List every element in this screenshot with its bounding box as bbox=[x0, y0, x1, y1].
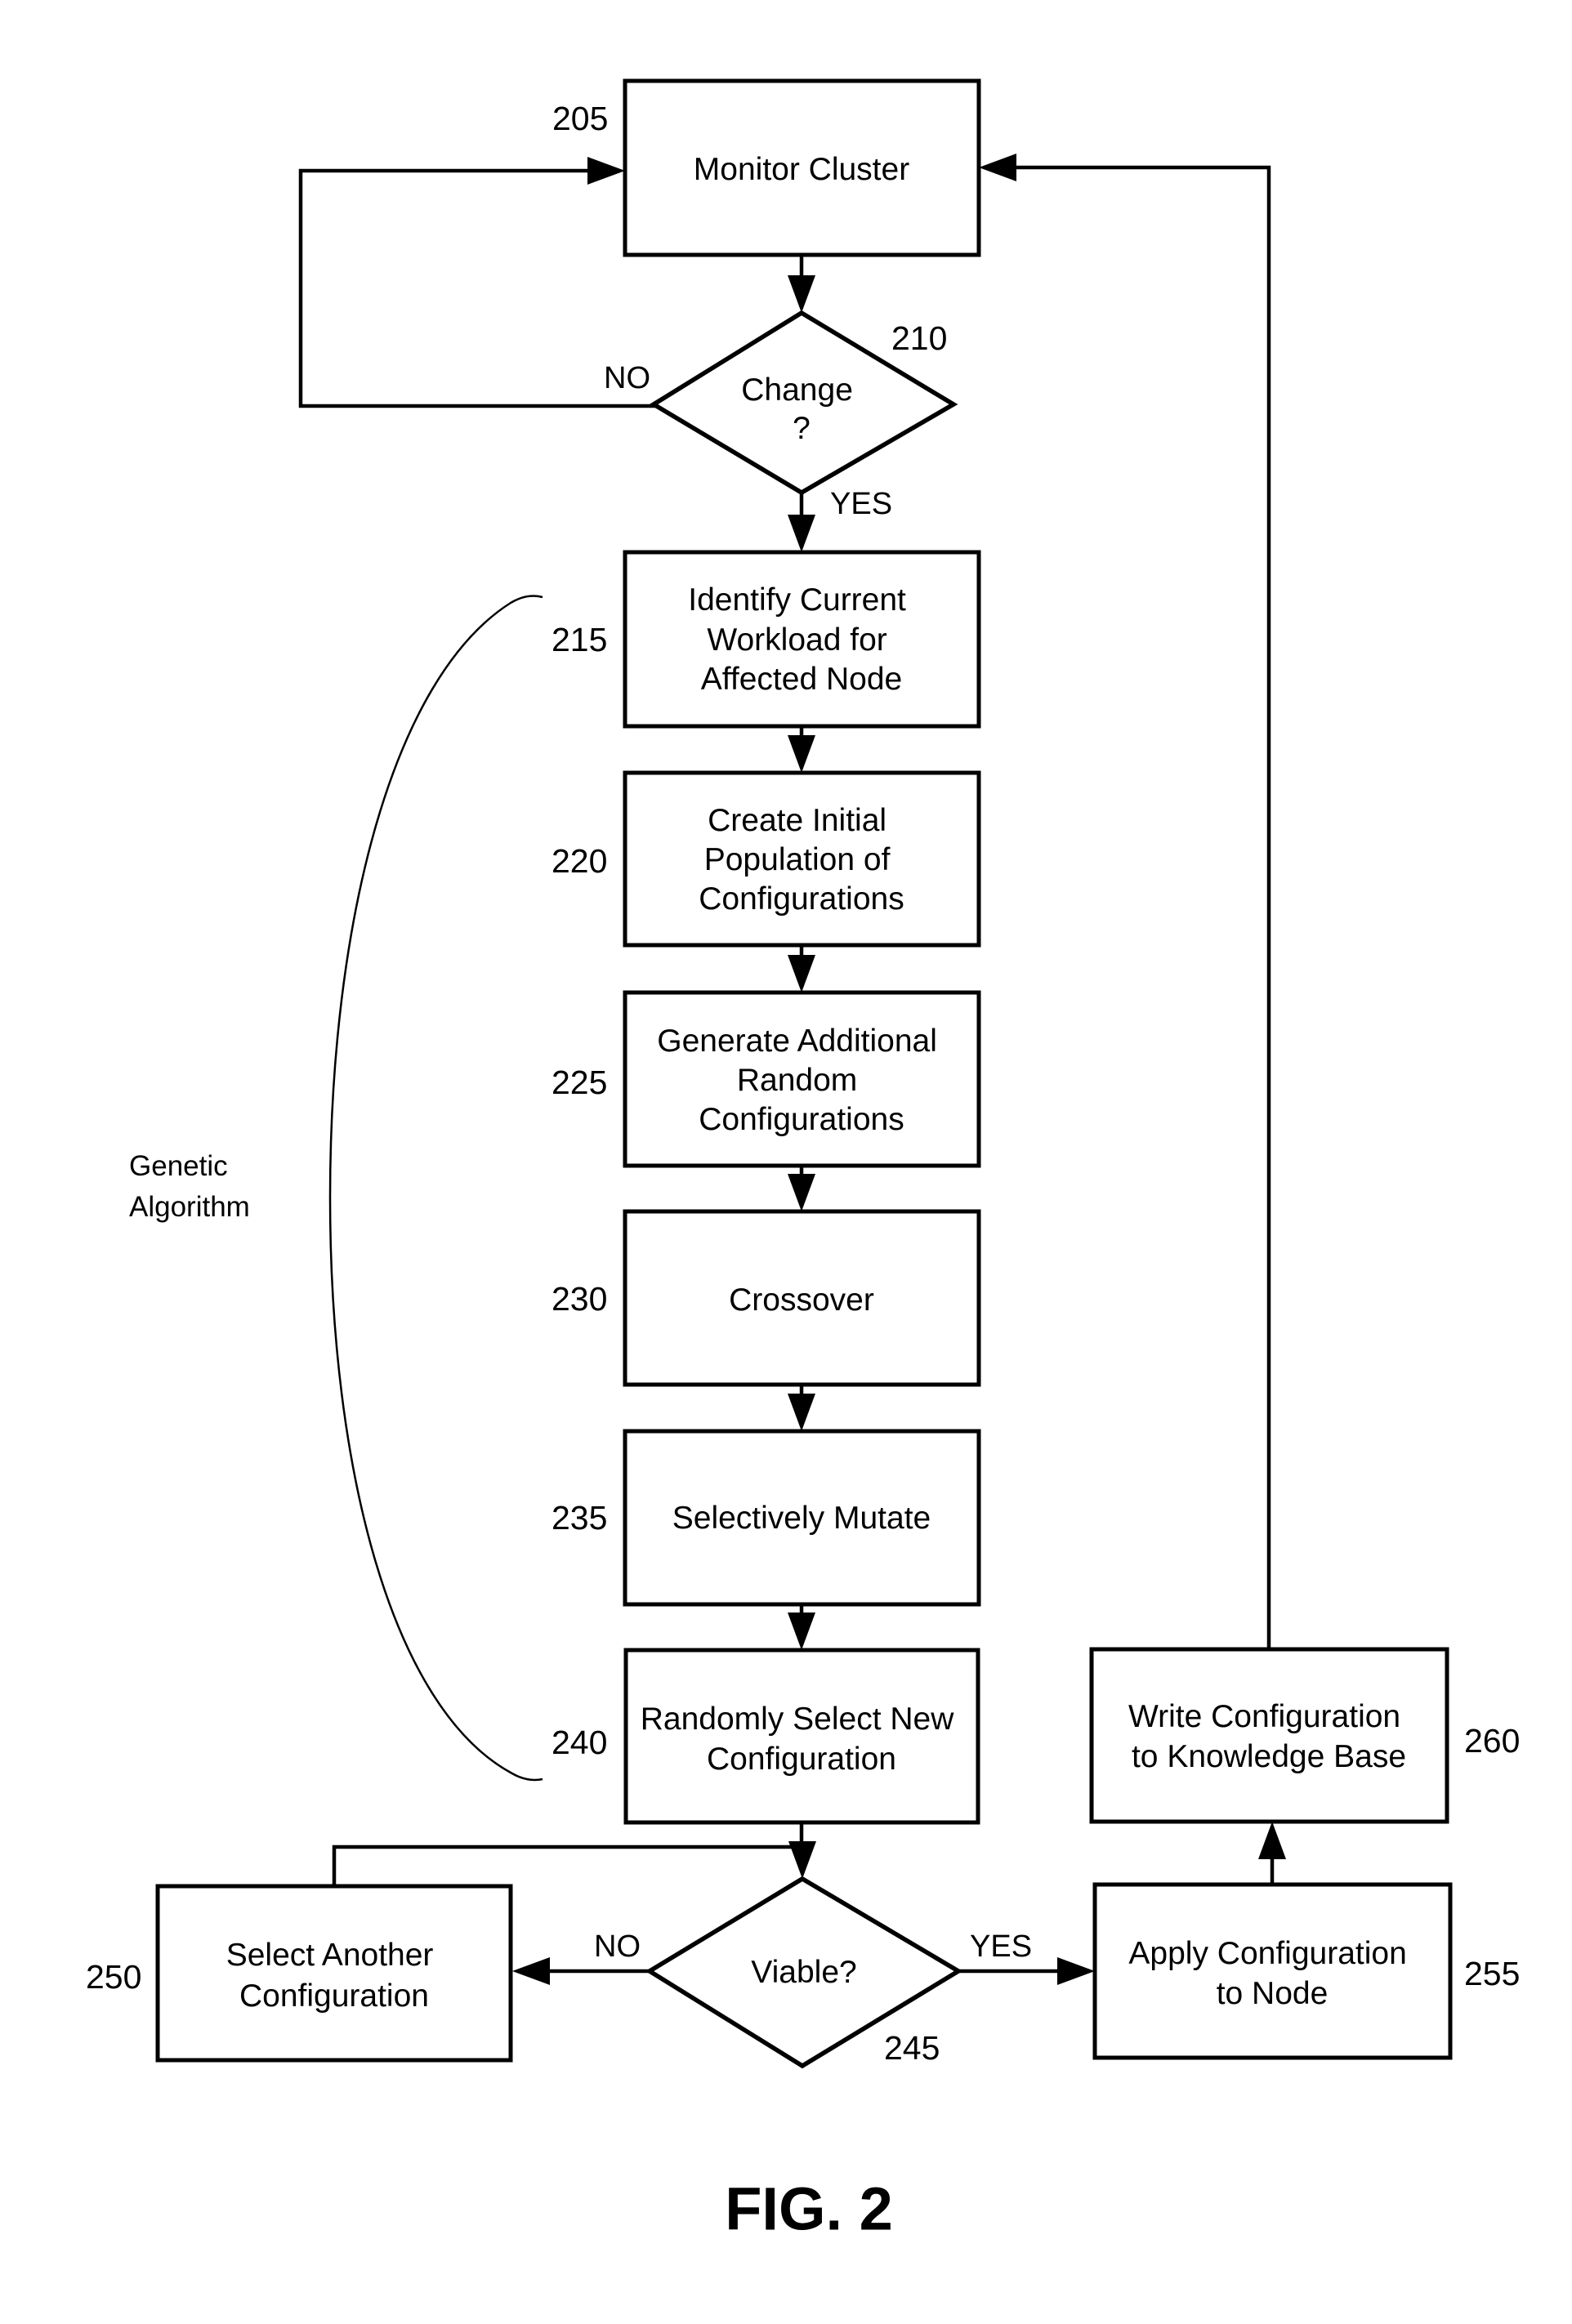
decision-210-change: Change ? 210 NO YES bbox=[604, 310, 958, 521]
decision-text: Viable? bbox=[751, 1955, 856, 1990]
step-box bbox=[1089, 1647, 1449, 1824]
ref-number: 240 bbox=[552, 1724, 607, 1761]
figure-caption: FIG. 2 bbox=[725, 2175, 893, 2243]
step-text: Identify Current Workload for Affected N… bbox=[688, 582, 914, 697]
step-250-select-another: Select Another Configuration 250 bbox=[86, 1884, 513, 2063]
ref-number: 235 bbox=[552, 1499, 607, 1537]
ref-number: 225 bbox=[552, 1064, 607, 1101]
genetic-algorithm-bracket bbox=[328, 595, 543, 1782]
step-240-random-select: Randomly Select New Configuration 240 bbox=[552, 1648, 980, 1825]
branch-label-yes: YES bbox=[970, 1929, 1032, 1964]
step-box bbox=[1092, 1882, 1453, 2060]
arrowhead-down-icon bbox=[788, 1174, 815, 1211]
branch-label-no: NO bbox=[594, 1929, 641, 1964]
arrowhead-up-icon bbox=[1258, 1822, 1286, 1859]
step-box bbox=[623, 1648, 980, 1825]
arrowhead-down-icon bbox=[788, 1841, 816, 1879]
step-225-generate-random: Generate Additional Random Configuration… bbox=[552, 990, 981, 1168]
arrowhead-right-icon bbox=[1057, 1957, 1095, 1985]
flowchart-figure: Genetic Algorithm Monitor Cluster 205 Ch… bbox=[86, 78, 1520, 2243]
step-215-identify-workload: Identify Current Workload for Affected N… bbox=[552, 550, 981, 729]
step-text: Selectively Mutate bbox=[672, 1501, 931, 1536]
step-text: Create Initial Population of Configurati… bbox=[699, 803, 904, 917]
genetic-algorithm-label: Genetic Algorithm bbox=[129, 1150, 250, 1223]
branch-label-yes: YES bbox=[830, 487, 892, 521]
step-220-create-population: Create Initial Population of Configurati… bbox=[552, 770, 981, 948]
arrowhead-right-icon bbox=[587, 157, 625, 185]
ref-number: 245 bbox=[884, 2029, 940, 2067]
arrowhead-down-icon bbox=[788, 735, 815, 773]
connector-260-feedback-to-205 bbox=[1009, 165, 1271, 1652]
step-text: Crossover bbox=[729, 1282, 874, 1318]
arrowhead-left-icon bbox=[512, 1957, 550, 1985]
step-text: Monitor Cluster bbox=[694, 152, 909, 187]
ref-number: 215 bbox=[552, 621, 607, 658]
arrowhead-down-icon bbox=[788, 955, 815, 992]
branch-label-no: NO bbox=[604, 361, 650, 395]
step-235-selectively-mutate: Selectively Mutate 235 bbox=[552, 1429, 981, 1607]
ref-number: 210 bbox=[891, 319, 947, 357]
step-255-apply-configuration: Apply Configuration to Node 255 bbox=[1092, 1882, 1520, 2060]
ref-number: 220 bbox=[552, 842, 607, 880]
ref-number: 230 bbox=[552, 1280, 607, 1318]
arrowhead-down-icon bbox=[788, 275, 815, 313]
arrowhead-left-icon bbox=[979, 154, 1016, 181]
ref-number: 205 bbox=[552, 100, 608, 137]
step-230-crossover: Crossover 230 bbox=[552, 1209, 981, 1387]
ref-number: 250 bbox=[86, 1958, 141, 1996]
step-260-write-knowledge-base: Write Configuration to Knowledge Base 26… bbox=[1089, 1647, 1520, 1824]
arrowhead-down-icon bbox=[788, 1613, 815, 1650]
arrowhead-down-icon bbox=[788, 515, 815, 552]
connector-250-loop-to-245 bbox=[332, 1844, 804, 1889]
ref-number: 260 bbox=[1464, 1722, 1520, 1760]
step-box bbox=[155, 1884, 513, 2063]
arrowhead-down-icon bbox=[788, 1394, 815, 1431]
connector-210-no-loop-to-205 bbox=[298, 168, 656, 408]
ref-number: 255 bbox=[1464, 1955, 1520, 1992]
